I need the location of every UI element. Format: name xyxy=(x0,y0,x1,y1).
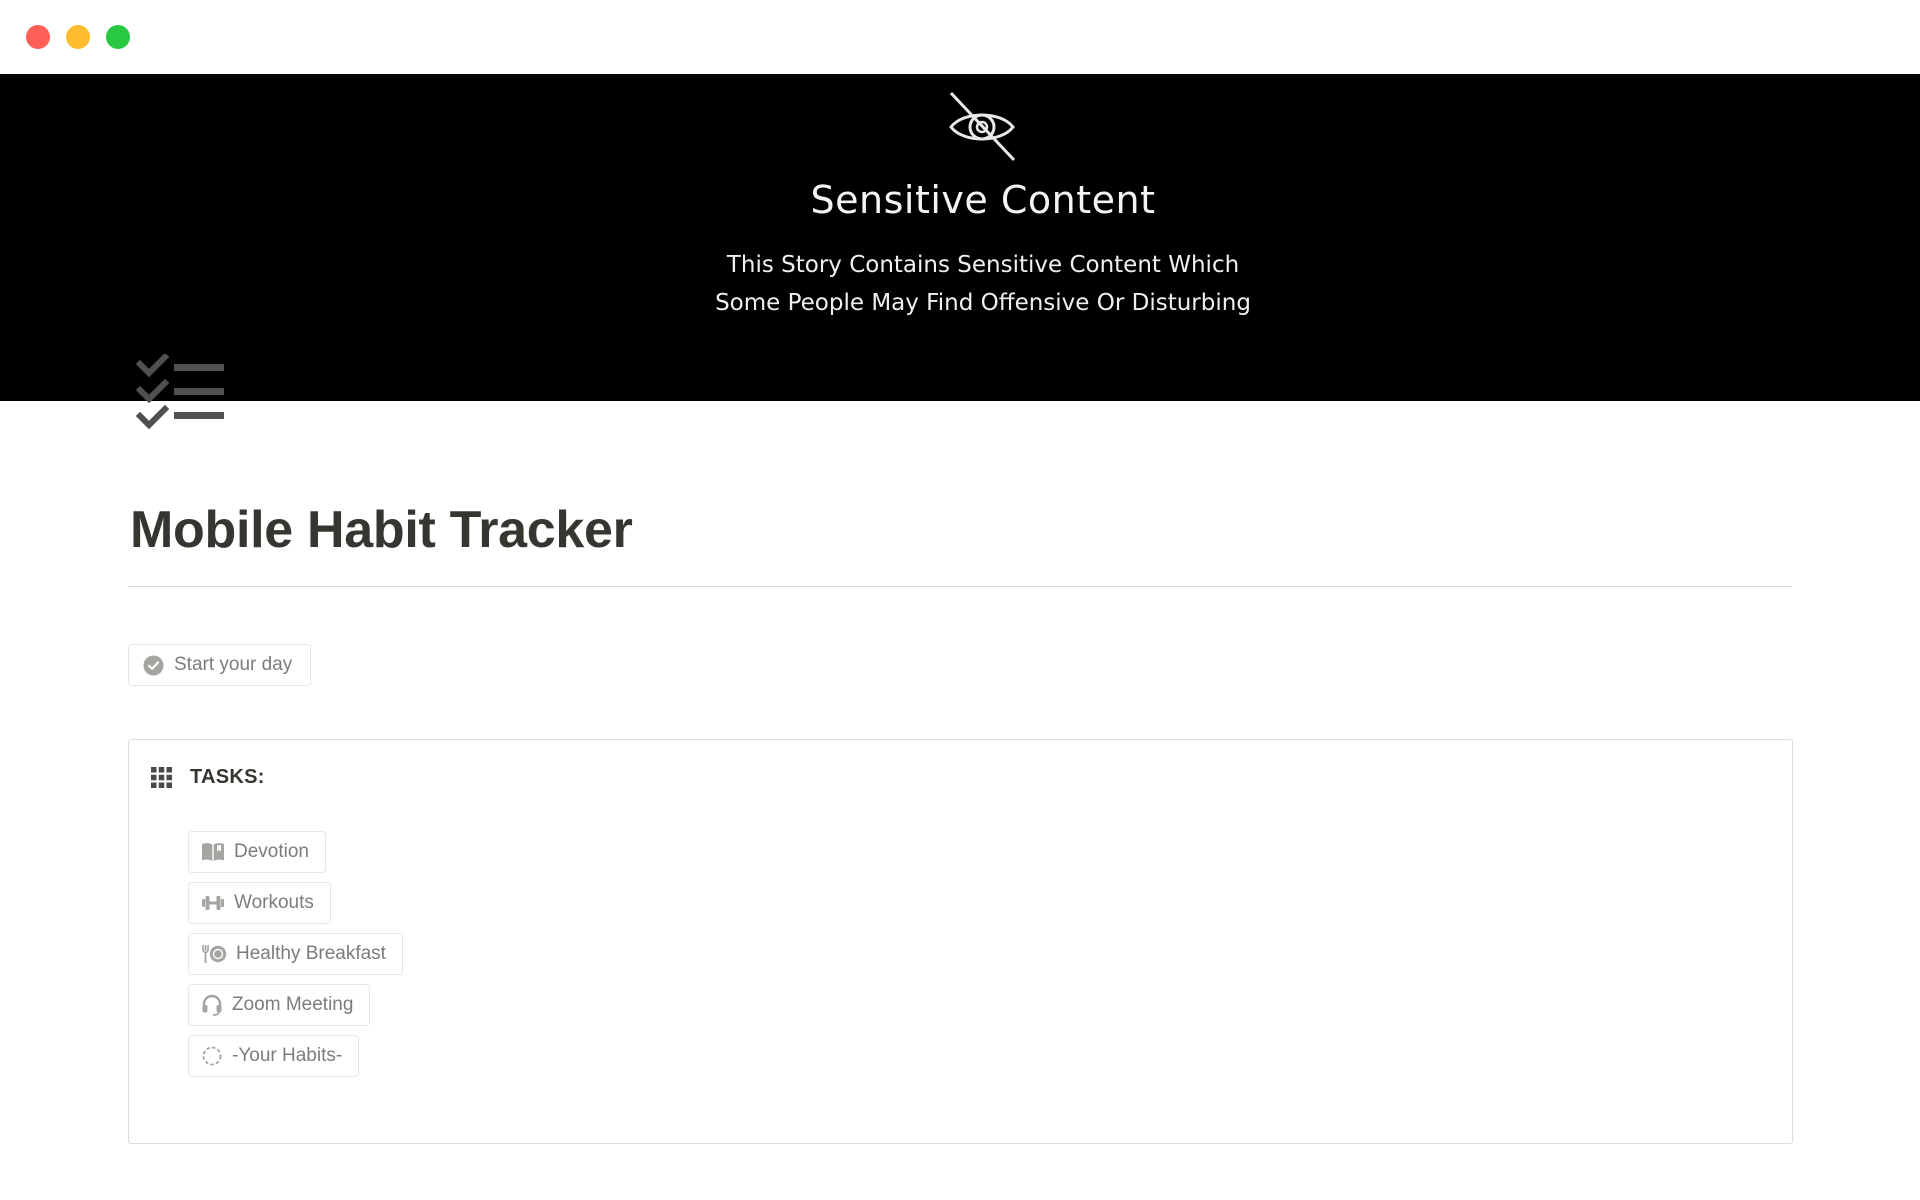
book-icon xyxy=(202,843,224,861)
checklist-icon[interactable] xyxy=(136,354,228,438)
task-button-your-habits[interactable]: -Your Habits- xyxy=(188,1035,360,1077)
cover-text: This Story Contains Sensitive Content Wh… xyxy=(0,246,1920,322)
title-divider xyxy=(128,586,1792,587)
fork-plate-icon xyxy=(202,945,227,963)
cover-text-line-2: Some People May Find Offensive Or Distur… xyxy=(715,290,1251,316)
task-label: Devotion xyxy=(234,841,309,862)
tasks-header: TASKS: xyxy=(151,766,265,789)
task-label: Healthy Breakfast xyxy=(236,943,386,964)
cover-image: Sensitive Content This Story Contains Se… xyxy=(0,74,1920,401)
cover-text-line-1: This Story Contains Sensitive Content Wh… xyxy=(726,252,1240,278)
close-window-button[interactable] xyxy=(26,25,50,49)
dumbbell-icon xyxy=(202,896,224,910)
task-button-workouts[interactable]: Workouts xyxy=(188,882,331,924)
task-button-healthy-breakfast[interactable]: Healthy Breakfast xyxy=(188,933,403,975)
task-button-zoom-meeting[interactable]: Zoom Meeting xyxy=(188,984,371,1026)
check-circle-icon xyxy=(143,655,164,675)
eye-slash-icon xyxy=(949,91,1016,162)
maximize-window-button[interactable] xyxy=(106,25,130,49)
start-your-day-label: Start your day xyxy=(174,654,293,675)
task-button-devotion[interactable]: Devotion xyxy=(188,831,326,873)
task-list: Devotion Workouts Healthy Breakfast Zoom… xyxy=(188,831,403,1086)
task-label: Workouts xyxy=(234,892,314,913)
cover-title: Sensitive Content xyxy=(810,178,1156,222)
window-titlebar xyxy=(0,0,1920,74)
page-title[interactable]: Mobile Habit Tracker xyxy=(130,500,633,560)
headset-icon xyxy=(202,994,222,1016)
tasks-label: TASKS: xyxy=(190,766,265,788)
task-label: -Your Habits- xyxy=(232,1045,343,1066)
dashed-circle-icon xyxy=(202,1046,222,1066)
minimize-window-button[interactable] xyxy=(66,25,90,49)
tasks-callout: TASKS: Devotion Workouts Healthy Breakfa… xyxy=(128,739,1793,1144)
task-label: Zoom Meeting xyxy=(232,994,354,1015)
start-your-day-button[interactable]: Start your day xyxy=(128,644,312,686)
grid-icon xyxy=(151,767,172,788)
